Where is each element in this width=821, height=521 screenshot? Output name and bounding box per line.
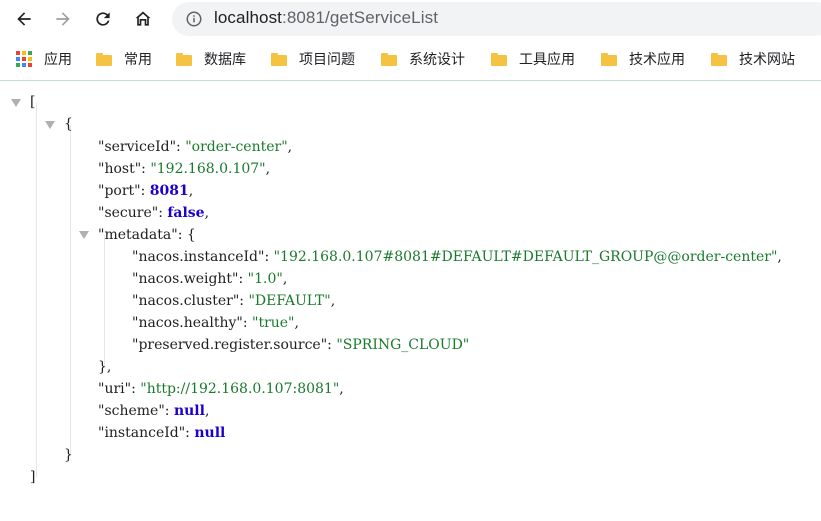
browser-toolbar: localhost:8081/getServiceList	[0, 0, 821, 38]
folder-icon	[491, 52, 507, 66]
json-key: "scheme"	[98, 403, 165, 419]
indent-guide	[104, 235, 105, 367]
json-array-close: ]	[30, 469, 36, 485]
bookmark-folder[interactable]: 技术网站	[711, 49, 795, 69]
bookmark-label: 系统设计	[409, 52, 465, 68]
bookmark-apps[interactable]: 应用	[16, 49, 72, 69]
folder-icon	[176, 52, 192, 66]
json-row-serviceId: "serviceId": "order-center",	[98, 139, 293, 155]
url-text[interactable]: localhost:8081/getServiceList	[214, 8, 438, 28]
json-value: 8081	[149, 183, 189, 199]
collapse-toggle[interactable]	[45, 121, 55, 129]
json-key: "secure"	[98, 205, 159, 221]
json-row-host: "host": "192.168.0.107",	[98, 161, 271, 177]
json-value: null	[173, 403, 205, 419]
json-meta-close: },	[98, 359, 112, 375]
url-path: :8081/getServiceList	[282, 8, 439, 27]
bookmark-label: 常用	[124, 52, 152, 68]
reload-icon	[96, 12, 110, 26]
bookmarks-bar: 应用 常用 数据库 项目问题 系统设计 工具应用 技术应用 技术网站	[0, 38, 821, 81]
json-row-meta: "nacos.weight": "1.0",	[132, 271, 288, 287]
indent-guide	[36, 103, 37, 477]
arrow-right-icon	[56, 12, 70, 26]
folder-icon	[96, 52, 112, 66]
json-value: "DEFAULT"	[248, 293, 331, 309]
bookmark-label: 应用	[44, 52, 72, 68]
bookmark-folder[interactable]: 系统设计	[381, 49, 465, 69]
json-object-close: }	[64, 447, 73, 463]
json-value: "true"	[252, 315, 295, 331]
bookmark-folder[interactable]: 技术应用	[601, 49, 685, 69]
collapse-toggle[interactable]	[79, 231, 89, 239]
json-value: "1.0"	[247, 271, 283, 287]
collapse-toggle[interactable]	[11, 99, 21, 107]
json-array-open: [	[30, 94, 36, 110]
json-viewer: [ { "serviceId": "order-center", "host":…	[0, 81, 821, 521]
reload-button[interactable]	[88, 4, 118, 34]
json-key: "host"	[98, 161, 142, 177]
json-key: "nacos.healthy"	[132, 315, 243, 331]
bookmark-label: 项目问题	[299, 52, 355, 68]
json-row-uri: "uri": "http://192.168.0.107:8081",	[98, 381, 344, 397]
json-key: "instanceId"	[98, 425, 186, 441]
json-key: "serviceId"	[98, 139, 177, 155]
url-host: localhost	[214, 8, 282, 27]
json-key: "uri"	[98, 381, 132, 397]
folder-icon	[601, 52, 617, 66]
json-value: "http://192.168.0.107:8081"	[140, 381, 340, 397]
folder-icon	[271, 52, 287, 66]
bookmark-folder[interactable]: 数据库	[176, 49, 246, 69]
folder-icon	[381, 52, 397, 66]
json-row-scheme: "scheme": null,	[98, 403, 210, 419]
apps-grid-icon	[16, 51, 32, 67]
back-button[interactable]	[9, 4, 39, 34]
json-row-meta: "nacos.instanceId": "192.168.0.107#8081#…	[132, 249, 782, 265]
json-value: null	[194, 425, 226, 441]
json-row-instanceId: "instanceId": null	[98, 425, 226, 441]
bookmark-folder[interactable]: 工具应用	[491, 49, 575, 69]
json-key: "metadata"	[98, 227, 178, 243]
json-value: "SPRING_CLOUD"	[336, 337, 470, 353]
json-key: "preserved.register.source"	[132, 337, 328, 353]
json-value: "order-center"	[185, 139, 288, 155]
info-icon[interactable]	[185, 10, 203, 28]
bookmark-label: 工具应用	[519, 52, 575, 68]
forward-button[interactable]	[48, 4, 78, 34]
json-row-port: "port": 8081,	[98, 183, 194, 199]
json-key: "nacos.weight"	[132, 271, 239, 287]
json-row-metadata: "metadata": {	[98, 227, 196, 243]
home-button[interactable]	[128, 4, 158, 34]
json-row-meta: "preserved.register.source": "SPRING_CLO…	[132, 337, 470, 353]
folder-icon	[711, 52, 727, 66]
json-key: "nacos.instanceId"	[132, 249, 265, 265]
home-icon	[135, 11, 151, 26]
json-value: "192.168.0.107#8081#DEFAULT#DEFAULT_GROU…	[273, 249, 778, 265]
bookmark-folder[interactable]: 项目问题	[271, 49, 355, 69]
json-key: "nacos.cluster"	[132, 293, 240, 309]
bookmark-folder[interactable]: 常用	[96, 49, 152, 69]
indent-guide	[70, 125, 71, 455]
arrow-left-icon	[17, 12, 31, 26]
bookmark-label: 技术网站	[739, 52, 795, 68]
bookmark-label: 数据库	[204, 52, 246, 68]
json-key: "port"	[98, 183, 141, 199]
json-row-meta: "nacos.healthy": "true",	[132, 315, 299, 331]
json-object-open: {	[64, 116, 73, 132]
json-value: "192.168.0.107"	[150, 161, 266, 177]
address-bar[interactable]: localhost:8081/getServiceList	[172, 2, 821, 36]
json-value: false	[167, 205, 205, 221]
json-row-meta: "nacos.cluster": "DEFAULT",	[132, 293, 336, 309]
bookmark-label: 技术应用	[629, 52, 685, 68]
json-row-secure: "secure": false,	[98, 205, 210, 221]
